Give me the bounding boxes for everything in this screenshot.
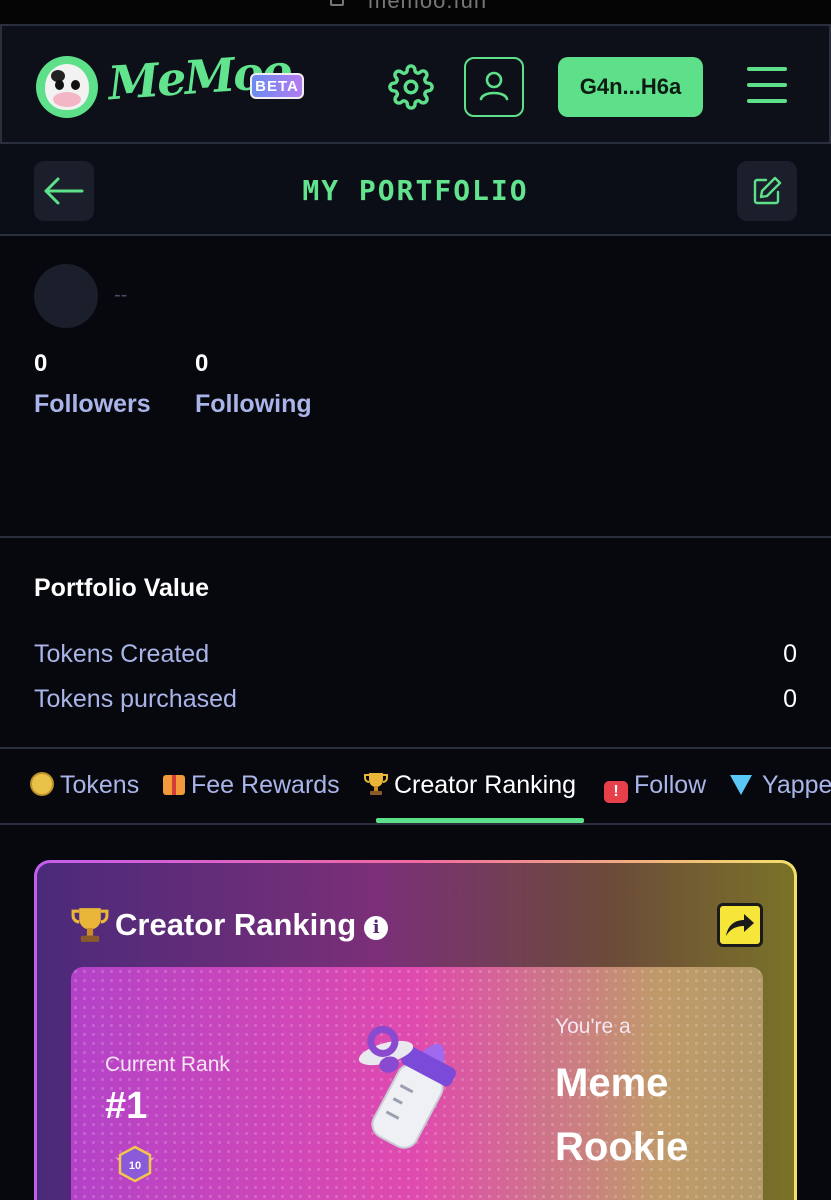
url-text: memoo.fun bbox=[368, 0, 488, 13]
coin-icon bbox=[30, 772, 54, 796]
rank-banner: Current Rank #1 10 You're a Meme Rookie bbox=[71, 967, 763, 1200]
avatar bbox=[34, 264, 98, 328]
baby-bottle-icon bbox=[358, 1025, 456, 1149]
edit-icon bbox=[753, 176, 782, 205]
lock-icon bbox=[330, 0, 344, 6]
edit-profile-button[interactable] bbox=[737, 161, 797, 221]
tab-creator-ranking[interactable]: Creator Ranking bbox=[364, 771, 576, 800]
browser-url-bar: memoo.fun bbox=[0, 0, 831, 24]
current-rank-label: Current Rank bbox=[105, 1053, 230, 1076]
beta-badge: BETA bbox=[250, 73, 304, 99]
followers-link[interactable]: Followers bbox=[34, 390, 151, 419]
card-title: Creator Ranking i bbox=[115, 907, 389, 943]
tab-tokens[interactable]: Tokens bbox=[30, 771, 139, 800]
share-button[interactable] bbox=[717, 903, 763, 947]
gem-icon bbox=[730, 775, 752, 795]
level-badge-icon: 10 bbox=[115, 1145, 155, 1183]
active-tab-indicator bbox=[376, 818, 584, 823]
divider bbox=[0, 536, 831, 538]
wallet-button[interactable]: G4n...H6a bbox=[558, 57, 703, 117]
info-icon[interactable]: i bbox=[364, 916, 389, 940]
tab-fee-rewards[interactable]: Fee Rewards bbox=[163, 771, 340, 800]
tab-yappe[interactable]: Yappe bbox=[730, 771, 831, 800]
username: -- bbox=[114, 284, 128, 306]
creator-ranking-card: Creator Ranking i Current Rank #1 10 You… bbox=[34, 860, 797, 1200]
rank-title: Meme Rookie bbox=[555, 1061, 689, 1169]
page-titlebar: MY PORTFOLIO bbox=[0, 144, 831, 236]
user-icon bbox=[479, 71, 509, 101]
profile-button[interactable] bbox=[464, 57, 524, 117]
portfolio-tabs: Tokens Fee Rewards Creator Ranking ! Foll… bbox=[0, 749, 831, 825]
tokens-purchased-label: Tokens purchased bbox=[34, 685, 237, 713]
following-count: 0 bbox=[195, 350, 209, 377]
alert-icon: ! bbox=[604, 781, 628, 803]
tokens-created-value: 0 bbox=[783, 640, 797, 668]
menu-icon[interactable] bbox=[747, 67, 787, 103]
portfolio-value-title: Portfolio Value bbox=[34, 574, 210, 602]
current-rank-value: #1 bbox=[105, 1085, 148, 1127]
top-header: MeMoo BETA G4n...H6a bbox=[0, 24, 831, 144]
trophy-icon bbox=[364, 773, 388, 795]
gift-icon bbox=[163, 775, 185, 795]
tokens-purchased-value: 0 bbox=[783, 685, 797, 713]
tokens-created-label: Tokens Created bbox=[34, 640, 210, 668]
tab-follow[interactable]: ! Follow bbox=[604, 771, 706, 803]
page-title: MY PORTFOLIO bbox=[302, 174, 529, 207]
share-arrow-icon bbox=[726, 914, 754, 936]
level-number: 10 bbox=[129, 1160, 141, 1172]
gear-icon[interactable] bbox=[388, 64, 434, 110]
followers-count: 0 bbox=[34, 350, 48, 377]
youre-label: You're a bbox=[555, 1015, 631, 1038]
following-link[interactable]: Following bbox=[195, 390, 312, 419]
logo-cow-icon[interactable] bbox=[36, 56, 98, 118]
trophy-icon bbox=[71, 908, 109, 942]
